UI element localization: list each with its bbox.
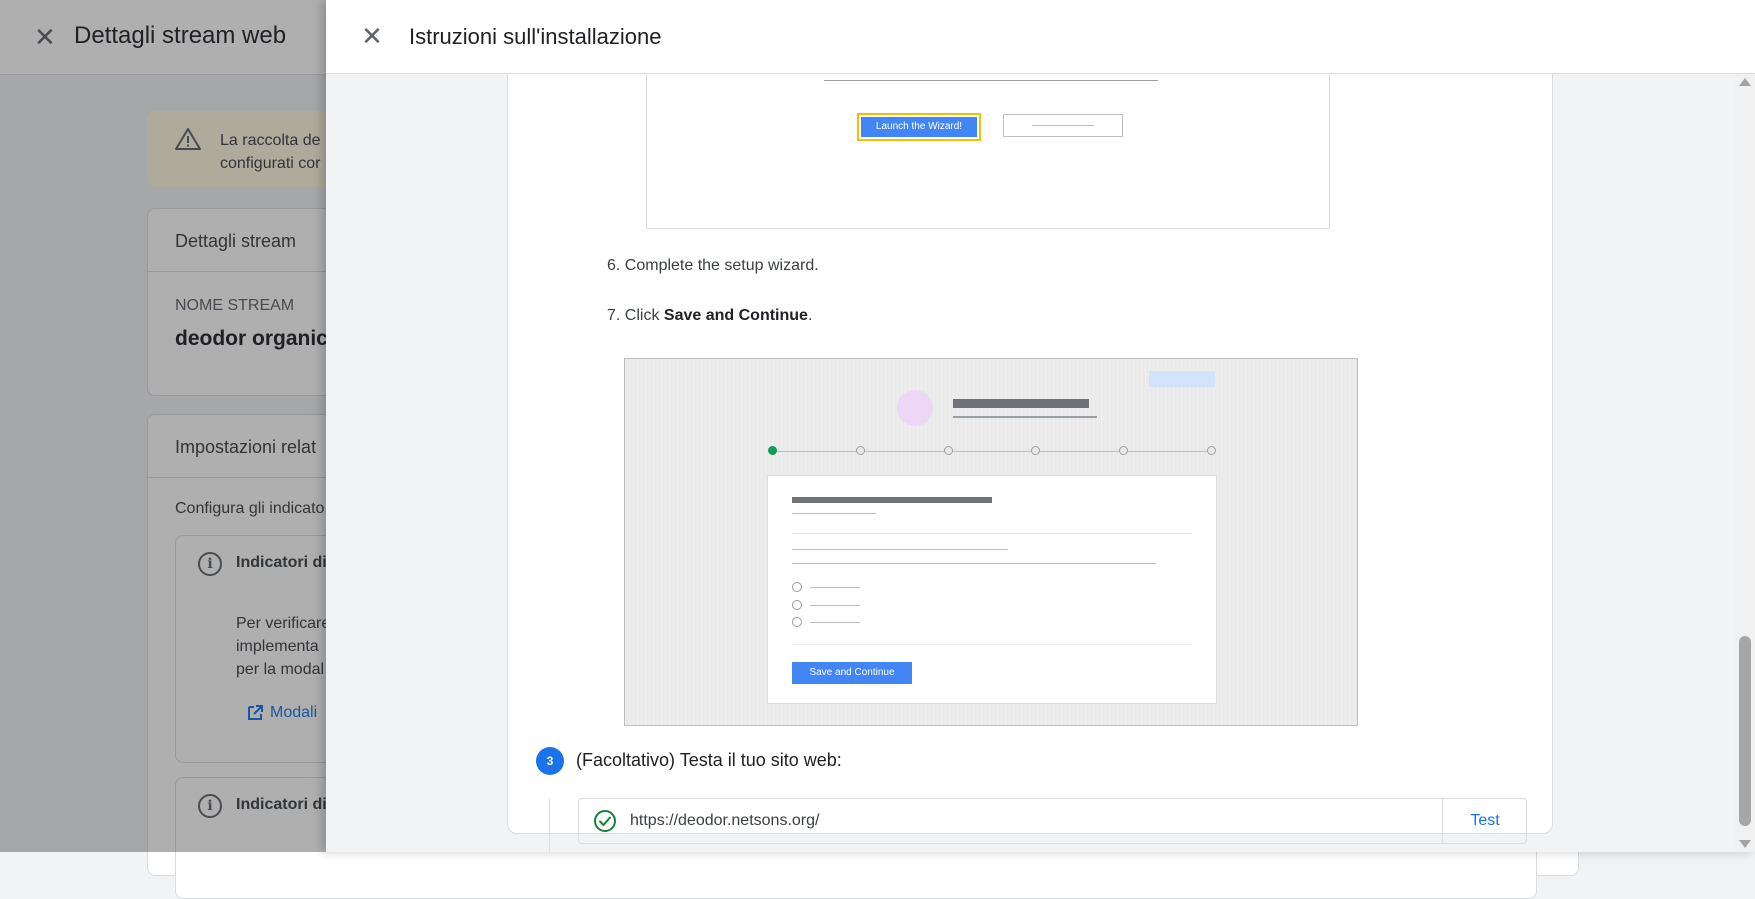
- progress-step: [944, 446, 953, 455]
- radio-icon: [792, 582, 802, 592]
- step-7-suffix: .: [807, 307, 813, 324]
- scroll-up-arrow-icon[interactable]: [1739, 78, 1751, 86]
- form-bar: [792, 563, 1156, 564]
- scroll-down-arrow-icon[interactable]: [1739, 840, 1751, 848]
- avatar: [897, 390, 933, 426]
- panel-body: Launch the Wizard! 6. Complete the setup…: [326, 74, 1735, 852]
- form-heading-bar: [792, 497, 992, 503]
- panel-header: ✕ Istruzioni sull'installazione: [326, 0, 1755, 74]
- step-7-prefix: 7. Click: [607, 307, 664, 324]
- scrollbar-thumb[interactable]: [1739, 636, 1751, 826]
- launch-wizard-label: Launch the Wizard!: [861, 117, 977, 137]
- save-and-continue-button: Save and Continue: [792, 662, 912, 684]
- wizard-launch-illustration: Launch the Wizard!: [646, 74, 1330, 229]
- close-icon[interactable]: ✕: [354, 18, 390, 54]
- scrollbar[interactable]: [1735, 74, 1755, 852]
- form-bar: [810, 622, 860, 623]
- step-7-text: 7. Click Save and Continue.: [607, 307, 812, 325]
- illustration-subtitle-bar: [953, 416, 1097, 418]
- progress-step: [1119, 446, 1128, 455]
- radio-icon: [792, 617, 802, 627]
- illustration-line: [824, 80, 1158, 81]
- form-bar: [810, 587, 860, 588]
- step-rail: [549, 799, 550, 852]
- check-circle-icon: [594, 810, 616, 832]
- form-bar: [792, 549, 1008, 550]
- illustration-badge: [1149, 371, 1215, 387]
- test-url-field: https://deodor.netsons.org/ Test: [578, 798, 1527, 844]
- panel-title: Istruzioni sull'installazione: [409, 24, 662, 49]
- step-3-title: (Facoltativo) Testa il tuo sito web:: [576, 750, 842, 770]
- step-3-badge: 3: [536, 747, 564, 775]
- progress-track: [773, 451, 1215, 452]
- test-url-text[interactable]: https://deodor.netsons.org/: [630, 812, 819, 830]
- form-bar: [792, 533, 1192, 534]
- form-bar: [792, 644, 1192, 645]
- progress-step-done: [768, 446, 777, 455]
- progress-step: [1031, 446, 1040, 455]
- secondary-button: [1003, 114, 1123, 137]
- setup-wizard-illustration: Save and Continue: [624, 358, 1358, 726]
- test-button[interactable]: Test: [1443, 799, 1527, 843]
- form-bar: [792, 513, 876, 514]
- illustration-title-bar: [953, 399, 1089, 408]
- step-6-text: 6. Complete the setup wizard.: [607, 257, 819, 274]
- form-bar: [810, 605, 860, 606]
- progress-step: [1207, 446, 1216, 455]
- progress-step: [856, 446, 865, 455]
- launch-wizard-button: Launch the Wizard!: [857, 113, 981, 141]
- step-7-bold: Save and Continue: [663, 307, 808, 324]
- radio-icon: [792, 600, 802, 610]
- instructions-card: Launch the Wizard! 6. Complete the setup…: [507, 74, 1553, 852]
- installation-instructions-panel: ✕ Istruzioni sull'installazione Launch t…: [326, 0, 1755, 852]
- illustration-form: Save and Continue: [767, 475, 1217, 704]
